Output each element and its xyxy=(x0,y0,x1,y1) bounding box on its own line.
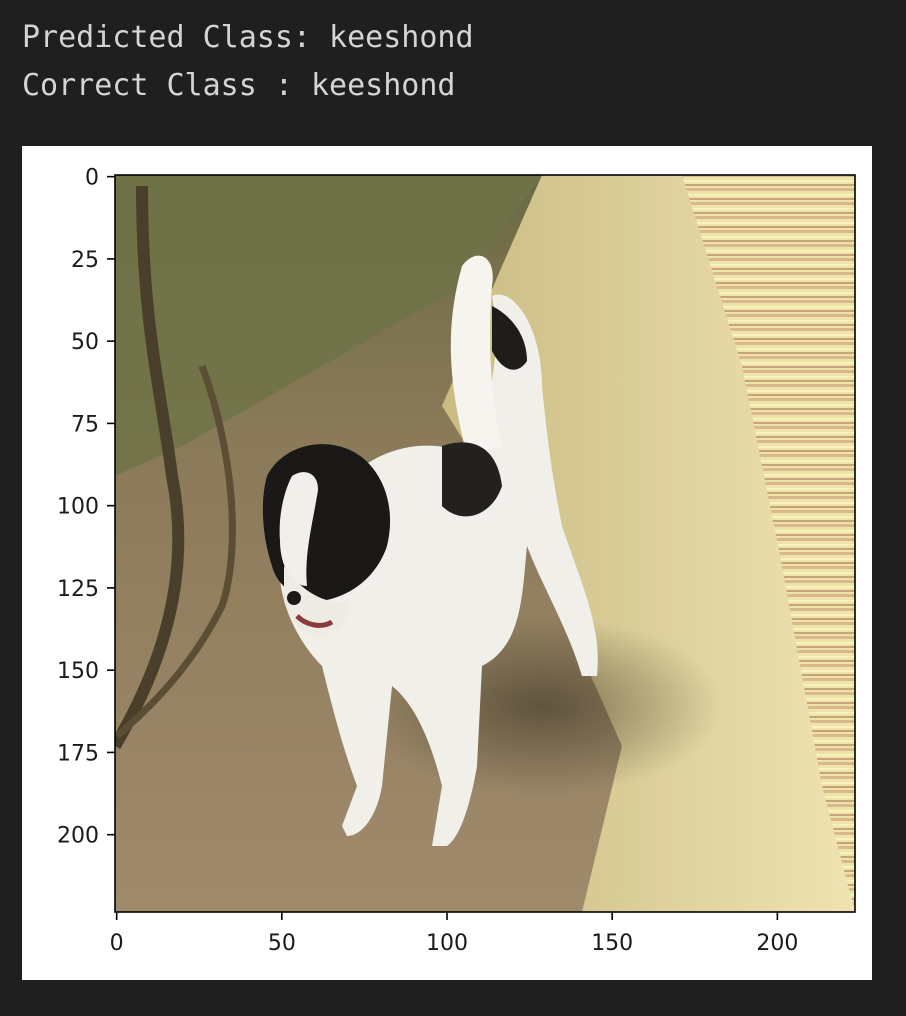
y-tick-label: 100 xyxy=(57,495,99,520)
y-tick-label: 200 xyxy=(57,824,99,849)
y-tick-label: 50 xyxy=(71,330,99,355)
y-tick-label: 75 xyxy=(71,412,99,437)
x-tick-label: 150 xyxy=(591,931,633,956)
x-tick-label: 0 xyxy=(110,931,124,956)
x-tick-label: 200 xyxy=(756,931,798,956)
x-axis: 0 50 100 150 200 xyxy=(110,912,798,956)
plot-svg: 0 50 100 150 200 0 25 50 75 100 125 150 175 200 xyxy=(57,166,856,956)
dog-photo xyxy=(115,175,855,912)
y-tick-label: 25 xyxy=(71,248,99,273)
y-tick-label: 0 xyxy=(85,166,99,191)
y-tick-label: 125 xyxy=(57,577,99,602)
x-tick-label: 100 xyxy=(426,931,468,956)
y-tick-label: 175 xyxy=(57,741,99,766)
cell-output-text: Predicted Class: keeshond Correct Class :… xyxy=(22,14,474,110)
x-tick-label: 50 xyxy=(268,931,296,956)
plot-figure: 0 50 100 150 200 0 25 50 75 100 125 150 175 200 xyxy=(22,146,872,980)
predicted-class-line: Predicted Class: keeshond xyxy=(22,20,474,55)
y-tick-label: 150 xyxy=(57,659,99,684)
y-axis: 0 25 50 75 100 125 150 175 200 xyxy=(57,166,115,849)
correct-class-line: Correct Class : keeshond xyxy=(22,68,456,103)
